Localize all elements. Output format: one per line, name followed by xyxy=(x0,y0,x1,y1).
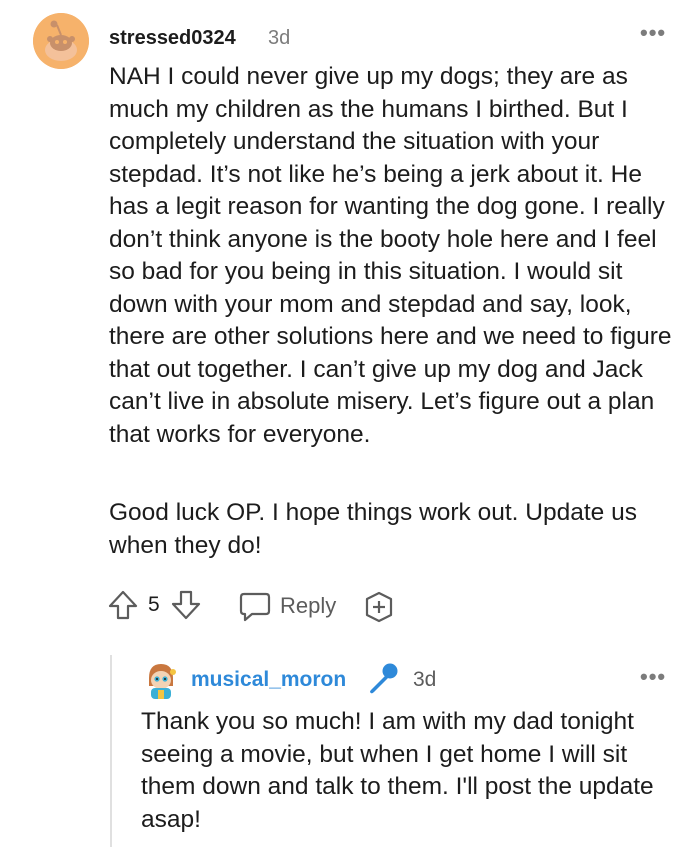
username[interactable]: musical_moron xyxy=(191,668,346,692)
avatar[interactable] xyxy=(141,660,181,700)
reply-button[interactable]: Reply xyxy=(238,587,336,625)
snoo-avatar-icon xyxy=(149,664,176,699)
award-icon[interactable] xyxy=(362,590,396,624)
timestamp: 3d xyxy=(268,27,291,49)
upvote-icon[interactable] xyxy=(107,589,139,621)
reply-text: Thank you so much! I am with my dad toni… xyxy=(141,708,654,833)
chat-bubble-icon xyxy=(239,592,271,622)
more-options-icon[interactable]: ••• xyxy=(640,20,666,46)
thread-line[interactable] xyxy=(110,655,112,847)
microphone-icon xyxy=(365,660,401,696)
comment-paragraph: Good luck OP. I hope things work out. Up… xyxy=(109,499,637,559)
comment-paragraph: NAH I could never give up my dogs; they … xyxy=(109,63,672,448)
downvote-icon[interactable] xyxy=(170,589,202,621)
more-options-icon[interactable]: ••• xyxy=(640,664,666,690)
vote-count: 5 xyxy=(148,593,160,616)
timestamp: 3d xyxy=(413,668,437,691)
username[interactable]: stressed0324 xyxy=(109,27,236,50)
reply-label: Reply xyxy=(280,593,337,618)
snoo-avatar-icon xyxy=(33,13,89,69)
avatar[interactable] xyxy=(33,13,89,69)
